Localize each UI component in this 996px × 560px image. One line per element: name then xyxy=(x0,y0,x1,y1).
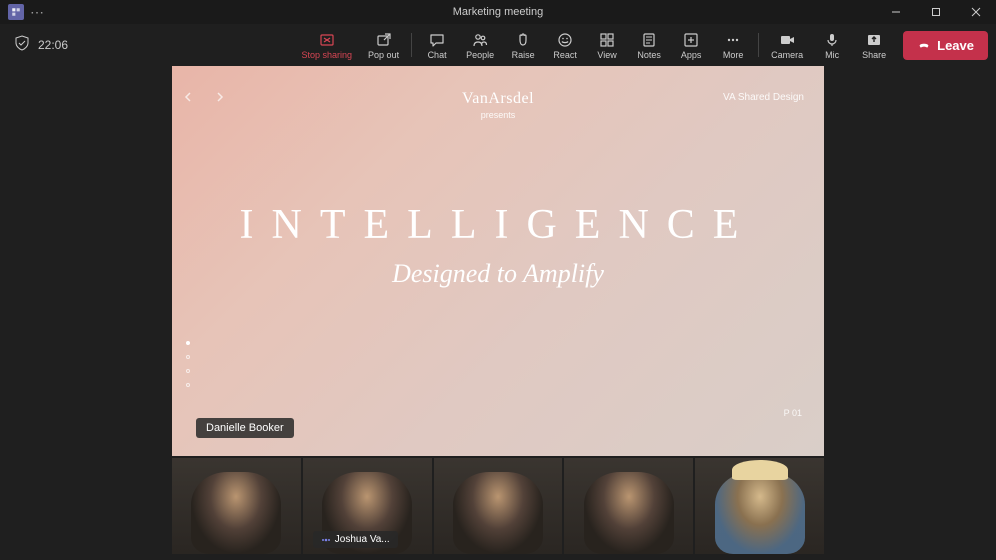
slide-indicator-dots xyxy=(186,341,190,387)
view-button[interactable]: View xyxy=(586,25,628,65)
share-icon xyxy=(866,31,882,49)
titlebar: ⋯ Marketing meeting xyxy=(0,0,996,24)
next-slide-button[interactable] xyxy=(214,90,228,104)
meeting-timer: 22:06 xyxy=(38,38,68,52)
mic-button[interactable]: Mic xyxy=(811,25,853,65)
prev-slide-button[interactable] xyxy=(182,90,196,104)
stop-sharing-button[interactable]: Stop sharing xyxy=(294,25,361,65)
avatar xyxy=(715,472,805,554)
participant-name-label: Joshua Va... xyxy=(313,531,398,548)
share-button[interactable]: Share xyxy=(853,25,895,65)
people-icon xyxy=(472,31,488,49)
brand-name: VanArsdel xyxy=(462,90,534,108)
meeting-title: Marketing meeting xyxy=(453,6,544,18)
content-area: VanArsdel presents VA Shared Design INTE… xyxy=(172,66,824,556)
slide-dot[interactable] xyxy=(186,341,190,345)
minimize-button[interactable] xyxy=(876,0,916,24)
avatar xyxy=(584,472,674,554)
participant-tile[interactable] xyxy=(564,458,693,554)
notes-button[interactable]: Notes xyxy=(628,25,670,65)
chat-icon xyxy=(429,31,445,49)
avatar xyxy=(191,472,281,554)
more-icon xyxy=(725,31,741,49)
stop-sharing-icon xyxy=(319,31,335,49)
leave-icon xyxy=(917,37,931,54)
participant-tile[interactable]: Joshua Va... xyxy=(303,458,432,554)
divider xyxy=(758,33,759,57)
pop-out-icon xyxy=(376,31,392,49)
speaking-icon xyxy=(321,535,331,545)
camera-button[interactable]: Camera xyxy=(763,25,811,65)
presentation-slide: VanArsdel presents VA Shared Design INTE… xyxy=(172,66,824,456)
participant-tile[interactable] xyxy=(172,458,301,554)
brand-subtitle: presents xyxy=(462,110,534,120)
participant-tile[interactable] xyxy=(434,458,563,554)
camera-icon xyxy=(779,31,795,49)
presenter-label: Danielle Booker xyxy=(196,418,294,438)
slide-subhead: Designed to Amplify xyxy=(172,259,824,289)
mic-icon xyxy=(824,31,840,49)
slide-dot[interactable] xyxy=(186,355,190,359)
view-icon xyxy=(599,31,615,49)
more-options-icon[interactable]: ⋯ xyxy=(30,4,44,21)
pop-out-button[interactable]: Pop out xyxy=(360,25,407,65)
react-icon xyxy=(557,31,573,49)
participant-tile[interactable] xyxy=(695,458,824,554)
raise-hand-icon xyxy=(515,31,531,49)
maximize-button[interactable] xyxy=(916,0,956,24)
slide-tag: VA Shared Design xyxy=(723,92,804,103)
app-icon xyxy=(8,4,24,20)
more-button[interactable]: More xyxy=(712,25,754,65)
people-button[interactable]: People xyxy=(458,25,502,65)
apps-button[interactable]: Apps xyxy=(670,25,712,65)
close-button[interactable] xyxy=(956,0,996,24)
shield-icon xyxy=(14,35,30,56)
chat-button[interactable]: Chat xyxy=(416,25,458,65)
raise-hand-button[interactable]: Raise xyxy=(502,25,544,65)
react-button[interactable]: React xyxy=(544,25,586,65)
divider xyxy=(411,33,412,57)
slide-headline: INTELLIGENCE xyxy=(172,201,824,249)
slide-dot[interactable] xyxy=(186,369,190,373)
page-number: P 01 xyxy=(784,408,802,418)
participants-strip: Joshua Va... xyxy=(172,458,824,554)
avatar xyxy=(453,472,543,554)
leave-button[interactable]: Leave xyxy=(903,31,988,60)
meeting-toolbar: 22:06 Stop sharing Pop out Chat People xyxy=(0,24,996,66)
notes-icon xyxy=(641,31,657,49)
apps-icon xyxy=(683,31,699,49)
slide-dot[interactable] xyxy=(186,383,190,387)
